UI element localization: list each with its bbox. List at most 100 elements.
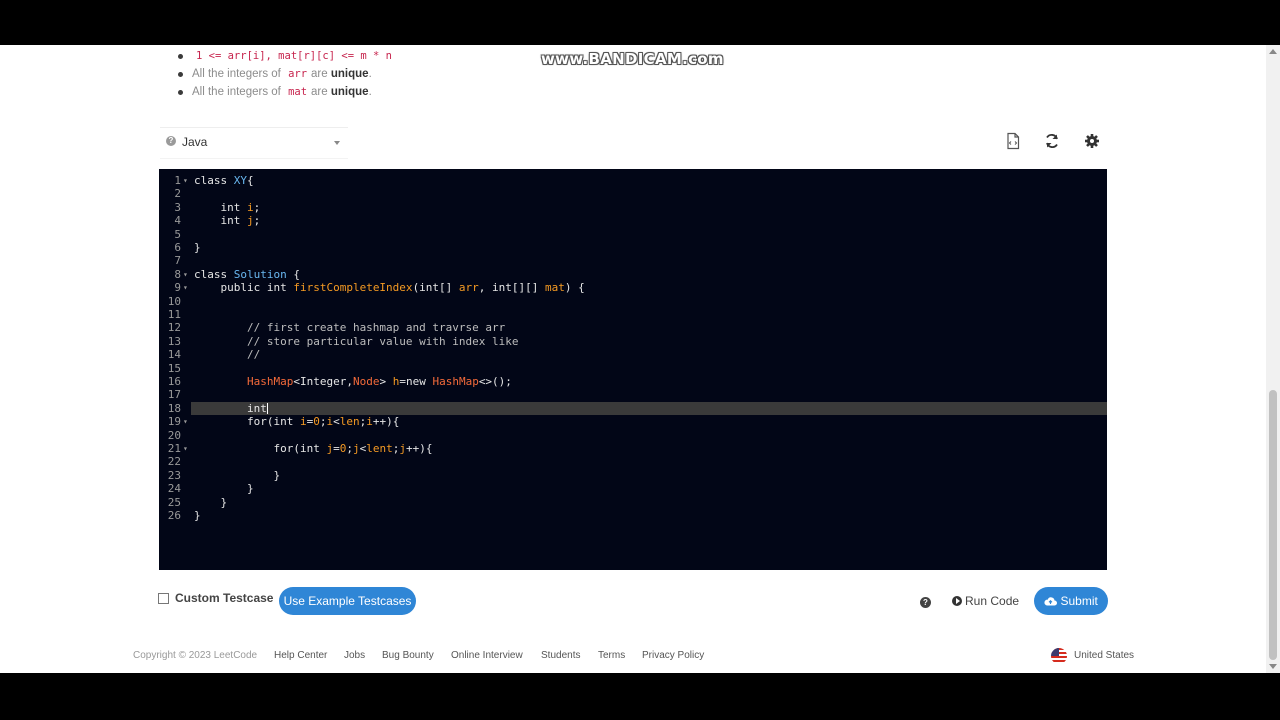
constraint-text: are [311, 86, 328, 98]
constraints-list: 1 <= arr[i], mat[r][c] <= m * n All the … [178, 47, 396, 101]
code-line[interactable]: 6} [159, 241, 1107, 254]
checkbox[interactable] [158, 593, 169, 605]
code-token: lent [366, 442, 393, 455]
line-number: 23 [167, 468, 181, 482]
code-text: } [194, 241, 201, 254]
footer-link-jobs[interactable]: Jobs [344, 650, 365, 661]
code-line[interactable]: 25 } [159, 496, 1107, 509]
line-number: 4 [174, 214, 181, 228]
code-line[interactable]: 13 // store particular value with index … [159, 335, 1107, 348]
line-number: 8 [174, 267, 181, 281]
code-text: } [194, 509, 201, 522]
country-selector[interactable]: United States [1074, 650, 1134, 661]
code-token: <Integer, [293, 375, 353, 388]
code-editor[interactable]: 1 ▾ class XY{2 3 int i; 4 int j; 5 6} 7 8 ▾ class … [159, 169, 1107, 570]
code-token: Node [352, 375, 380, 388]
code-token: HashMap [432, 375, 479, 388]
language-select[interactable]: ? Java [160, 127, 348, 159]
scrollbar-thumb[interactable] [1269, 390, 1277, 660]
line-number: 1 [174, 174, 181, 187]
fold-arrow-icon[interactable]: ▾ [183, 281, 191, 294]
use-example-testcases-button[interactable]: Use Example Testcases [279, 587, 416, 615]
fold-arrow-icon[interactable]: ▾ [183, 268, 191, 281]
settings-icon[interactable] [1083, 132, 1101, 150]
code-token: ++){ [372, 415, 400, 429]
language-label: Java [182, 135, 208, 149]
code-line[interactable]: 12 // first create hashmap and travrse a… [159, 321, 1107, 334]
code-line[interactable]: 11 [159, 308, 1107, 321]
code-token: for(int [194, 415, 300, 429]
code-line[interactable]: 14 // [159, 348, 1107, 361]
line-number: 5 [174, 227, 181, 241]
line-number: 13 [167, 334, 181, 348]
document-icon[interactable] [1004, 132, 1022, 150]
code-line[interactable]: 18 int [159, 401, 1107, 416]
code-line[interactable]: 15 [159, 362, 1107, 375]
code-line[interactable]: 4 int j; [159, 214, 1107, 227]
page: 1 <= arr[i], mat[r][c] <= m * n All the … [0, 45, 1280, 673]
run-code-button[interactable]: Run Code [952, 594, 1019, 608]
code-token: len [339, 415, 360, 429]
line-number: 15 [167, 361, 181, 375]
footer-link-bug-bounty[interactable]: Bug Bounty [382, 650, 434, 661]
refresh-icon[interactable] [1043, 132, 1061, 150]
code-line[interactable]: 5 [159, 228, 1107, 241]
code-line[interactable]: 3 int i; [159, 201, 1107, 214]
footer-link-privacy-policy[interactable]: Privacy Policy [642, 650, 704, 661]
constraint-text: All the integers of [192, 86, 281, 98]
code-line[interactable]: 7 [159, 254, 1107, 267]
code-text: for(int j=0;j<lent;j++){ [194, 442, 432, 455]
code-text: class XY{ [194, 174, 254, 187]
footer-link-online-interview[interactable]: Online Interview [451, 650, 523, 661]
code-line[interactable]: 20 [159, 429, 1107, 442]
code-line[interactable]: 24 } [159, 482, 1107, 495]
code-line[interactable]: 16 HashMap<Integer,Node> h=new HashMap<>… [159, 375, 1107, 388]
code-line[interactable]: 9 ▾ public int firstCompleteIndex(int[] a… [159, 281, 1107, 294]
code-token: < [333, 415, 340, 429]
constraint-item: All the integers of mat are unique. [178, 83, 396, 101]
line-number: 7 [174, 254, 181, 268]
code-line[interactable]: 2 [159, 187, 1107, 200]
footer-link-terms[interactable]: Terms [598, 650, 625, 661]
line-number: 26 [167, 509, 181, 522]
question-icon[interactable]: ? [920, 597, 931, 608]
scroll-down-icon[interactable] [1269, 664, 1277, 669]
footer-link-help-center[interactable]: Help Center [274, 650, 327, 661]
code-line[interactable]: 1 ▾ class XY{ [159, 174, 1107, 187]
code-token: ; [253, 200, 261, 214]
constraint-text: . [368, 68, 372, 80]
fold-arrow-icon[interactable]: ▾ [183, 174, 191, 187]
page-scrollbar[interactable] [1266, 45, 1280, 673]
code-token: ++){ [405, 442, 433, 455]
play-icon [952, 596, 962, 606]
scroll-up-icon[interactable] [1269, 49, 1277, 54]
constraint-code: mat [288, 86, 308, 98]
copyright: Copyright © 2023 LeetCode [133, 650, 258, 661]
fold-arrow-icon[interactable]: ▾ [183, 442, 191, 455]
code-line[interactable]: 26} [159, 509, 1107, 522]
fold-arrow-icon[interactable]: ▾ [183, 415, 191, 428]
line-number: 14 [167, 348, 181, 362]
code-line[interactable]: 8 ▾ class Solution { [159, 268, 1107, 281]
us-flag-icon[interactable] [1051, 648, 1067, 664]
footer-link-students[interactable]: Students [541, 650, 580, 661]
custom-testcase-toggle[interactable]: Custom Testcase [158, 591, 273, 605]
bandicam-watermark: www.BANDICAM.com [541, 50, 724, 68]
code-token: } [194, 468, 281, 482]
code-line[interactable]: 21 ▾ for(int j=0;j<lent;j++){ [159, 442, 1107, 455]
code-line[interactable]: 10 [159, 295, 1107, 308]
line-number: 18 [167, 401, 181, 415]
code-token: { [286, 267, 300, 281]
line-number: 16 [167, 375, 181, 388]
submit-button[interactable]: Submit [1034, 587, 1108, 615]
code-token: int [194, 401, 267, 415]
submit-label: Submit [1060, 594, 1098, 608]
code-token: int [194, 200, 247, 214]
code-text: HashMap<Integer,Node> h=new HashMap<>(); [194, 375, 512, 388]
code-line[interactable]: 23 } [159, 469, 1107, 482]
help-icon[interactable]: ? [166, 136, 176, 146]
code-line[interactable]: 19 ▾ for(int i=0;i<len;i++){ [159, 415, 1107, 428]
code-line[interactable]: 17 [159, 388, 1107, 401]
code-token: =new [399, 375, 433, 388]
code-line[interactable]: 22 [159, 455, 1107, 468]
